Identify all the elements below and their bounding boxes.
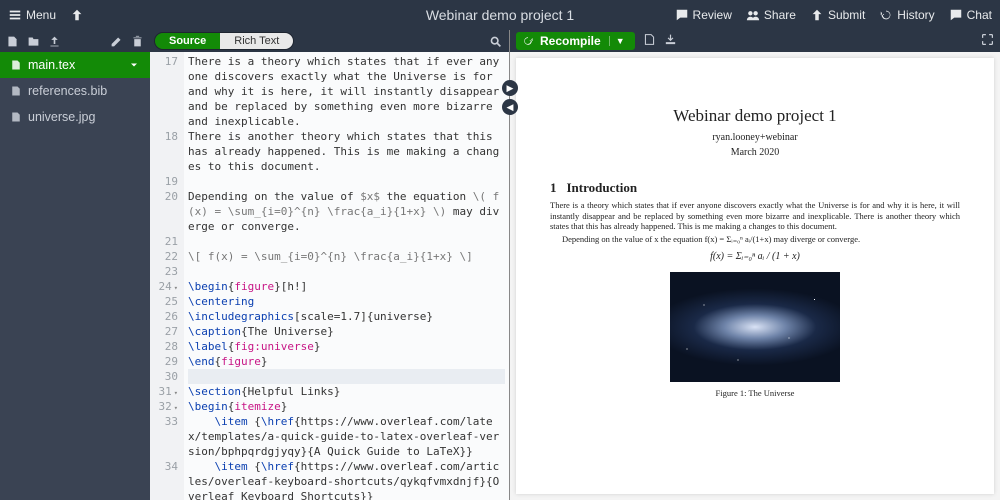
file-name: main.tex bbox=[28, 58, 75, 72]
file-icon bbox=[10, 111, 22, 123]
file-item[interactable]: references.bib bbox=[0, 78, 150, 104]
pdf-figure: Figure 1: The Universe bbox=[550, 272, 960, 398]
splitter-left-icon[interactable]: ◀ bbox=[502, 99, 518, 115]
code-editor[interactable]: 1718192021222324252627282930313233343536… bbox=[150, 52, 509, 500]
new-folder-icon[interactable] bbox=[27, 35, 40, 48]
sidebar-toolbar bbox=[0, 30, 150, 52]
file-name: universe.jpg bbox=[28, 110, 95, 124]
rename-icon[interactable] bbox=[110, 35, 123, 48]
pdf-author: ryan.looney+webinar bbox=[550, 132, 960, 143]
preview-pane: Recompile ▼ Webinar demo project 1 ryan.… bbox=[510, 30, 1000, 500]
pdf-title: Webinar demo project 1 bbox=[550, 106, 960, 126]
submit-button[interactable]: Submit bbox=[810, 8, 865, 22]
chat-icon bbox=[949, 8, 963, 22]
file-item[interactable]: universe.jpg bbox=[0, 104, 150, 130]
top-bar: Menu Webinar demo project 1 Review Share… bbox=[0, 0, 1000, 30]
pdf-equation: f(x) = Σᵢ₌₀ⁿ aᵢ / (1 + x) bbox=[550, 251, 960, 262]
submit-icon bbox=[810, 8, 824, 22]
pdf-preview[interactable]: Webinar demo project 1 ryan.looney+webin… bbox=[516, 58, 994, 494]
editor-search-button[interactable] bbox=[485, 35, 505, 48]
delete-icon[interactable] bbox=[131, 35, 144, 48]
editor-pane: Source Rich Text 17181920212223242526272… bbox=[150, 30, 510, 500]
logs-button[interactable] bbox=[643, 33, 656, 49]
recompile-button[interactable]: Recompile ▼ bbox=[516, 32, 635, 50]
file-icon bbox=[10, 85, 22, 97]
chevron-down-icon[interactable] bbox=[128, 59, 140, 71]
splitter-right-icon[interactable]: ▶ bbox=[502, 80, 518, 96]
share-button[interactable]: Share bbox=[746, 8, 796, 22]
pdf-paragraph: There is a theory which states that if e… bbox=[550, 200, 960, 232]
rich-text-tab[interactable]: Rich Text bbox=[220, 33, 293, 49]
file-name: references.bib bbox=[28, 84, 107, 98]
source-tab[interactable]: Source bbox=[155, 33, 220, 49]
download-icon bbox=[664, 33, 677, 46]
refresh-icon bbox=[522, 35, 534, 47]
review-icon bbox=[675, 8, 689, 22]
menu-icon bbox=[8, 8, 22, 22]
pdf-figure-caption: Figure 1: The Universe bbox=[716, 388, 795, 398]
file-icon bbox=[10, 59, 22, 71]
search-icon bbox=[489, 35, 502, 48]
upload-icon[interactable] bbox=[48, 35, 61, 48]
chat-button[interactable]: Chat bbox=[949, 8, 992, 22]
share-icon bbox=[746, 8, 760, 22]
editor-toolbar: Source Rich Text bbox=[150, 30, 509, 52]
review-button[interactable]: Review bbox=[675, 8, 732, 22]
preview-toolbar: Recompile ▼ bbox=[510, 30, 1000, 52]
up-button[interactable] bbox=[70, 8, 84, 22]
splitter-handles: ▶ ◀ bbox=[502, 80, 518, 115]
pdf-section-heading: 1Introduction bbox=[550, 180, 960, 196]
new-file-icon[interactable] bbox=[6, 35, 19, 48]
up-arrow-icon bbox=[70, 8, 84, 22]
history-button[interactable]: History bbox=[879, 8, 934, 22]
file-item[interactable]: main.tex bbox=[0, 52, 150, 78]
menu-button[interactable]: Menu bbox=[8, 8, 56, 22]
pdf-paragraph: Depending on the value of x the equation… bbox=[550, 234, 960, 245]
file-icon bbox=[643, 33, 656, 46]
editor-mode-toggle: Source Rich Text bbox=[154, 32, 294, 50]
history-icon bbox=[879, 8, 893, 22]
project-title: Webinar demo project 1 bbox=[426, 7, 574, 23]
pdf-figure-image bbox=[670, 272, 840, 382]
file-sidebar: main.tex references.bib universe.jpg bbox=[0, 30, 150, 500]
expand-icon bbox=[981, 33, 994, 46]
expand-button[interactable] bbox=[981, 33, 994, 49]
recompile-dropdown-icon[interactable]: ▼ bbox=[609, 36, 625, 46]
menu-label: Menu bbox=[26, 8, 56, 22]
pdf-date: March 2020 bbox=[550, 147, 960, 158]
download-button[interactable] bbox=[664, 33, 677, 49]
